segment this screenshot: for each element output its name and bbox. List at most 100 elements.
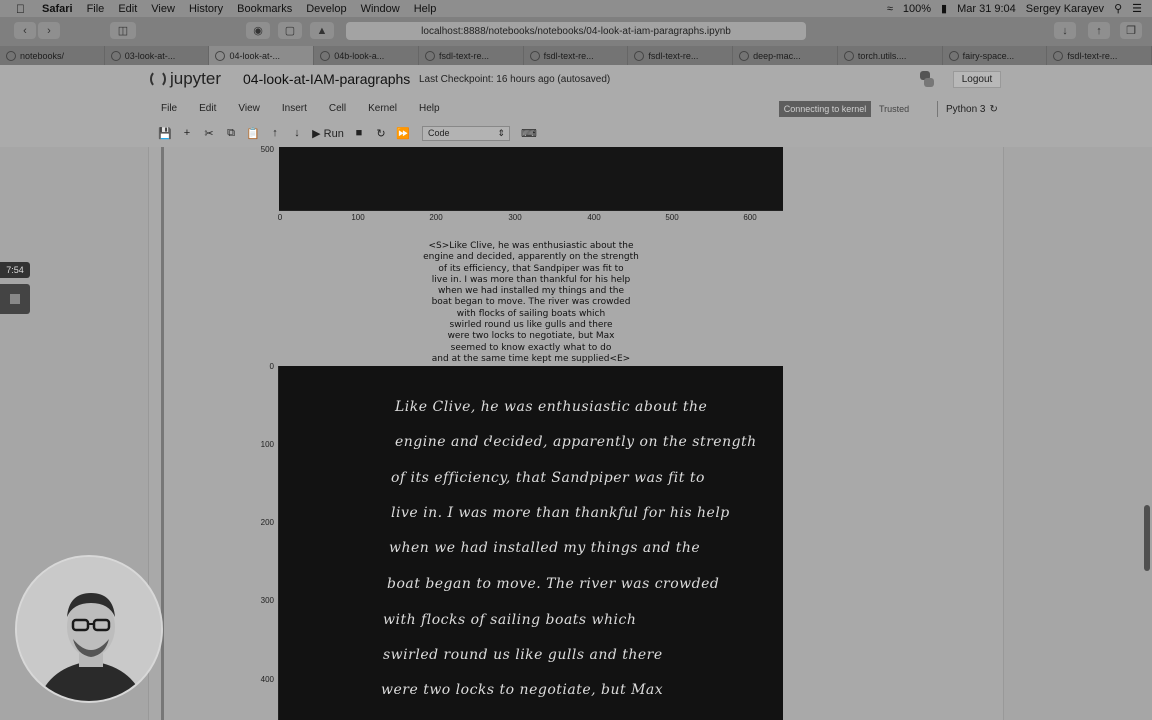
- tab-10[interactable]: fsdl-text-re...: [1047, 46, 1152, 65]
- cell-type-select[interactable]: Code ⇕: [422, 125, 510, 141]
- fast-forward-icon[interactable]: ⏩: [392, 127, 414, 140]
- insert-cell-icon[interactable]: +: [176, 127, 198, 139]
- tab-favicon-icon: [215, 50, 226, 61]
- tab-2[interactable]: 04-look-at-...: [209, 46, 315, 65]
- paste-icon[interactable]: 📋: [242, 127, 264, 140]
- plot-bottom-ytick: 400: [260, 675, 274, 684]
- menu-kernel[interactable]: Kernel: [368, 103, 397, 114]
- tab-3[interactable]: 04b-look-a...: [314, 46, 419, 65]
- github-icon: [1053, 50, 1064, 61]
- menu-file[interactable]: File: [161, 103, 177, 114]
- move-down-icon[interactable]: ↓: [286, 127, 308, 139]
- kernel-busy-icon: ↻: [989, 103, 998, 115]
- battery-icon[interactable]: ▮: [941, 2, 947, 15]
- run-label: Run: [323, 127, 344, 140]
- output-line: boat began to move. The river was crowde…: [431, 297, 631, 308]
- tab-favicon-icon: [320, 50, 331, 61]
- handwriting-image: Like Clive, he was enthusiastic about th…: [279, 366, 783, 720]
- page-scrollbar[interactable]: [1144, 505, 1150, 571]
- trusted-indicator[interactable]: Trusted: [879, 104, 909, 114]
- menu-help[interactable]: Help: [419, 103, 440, 114]
- restart-icon[interactable]: ↻: [370, 127, 392, 140]
- output-line: swirled round us like gulls and there: [449, 320, 613, 331]
- reader-icon[interactable]: ▢: [278, 22, 302, 39]
- menubar-item-develop[interactable]: Develop: [306, 3, 346, 15]
- mac-menubar:  Safari File Edit View History Bookmark…: [0, 0, 1152, 17]
- menubar-item-bookmarks[interactable]: Bookmarks: [237, 3, 292, 15]
- shield-icon[interactable]: ▲: [310, 22, 334, 39]
- output-line: and at the same time kept me supplied<E>: [431, 353, 631, 364]
- menu-insert[interactable]: Insert: [282, 103, 307, 114]
- recording-stop-button[interactable]: [0, 284, 30, 314]
- plot-bottom-ytick: 100: [260, 440, 274, 449]
- menu-list-icon[interactable]: ☰: [1132, 2, 1142, 15]
- tab-9[interactable]: fairy-space...: [943, 46, 1048, 65]
- run-button[interactable]: ▶ Run: [308, 127, 348, 140]
- extension-icon[interactable]: ◉: [246, 22, 270, 39]
- plot-top-xtick: 100: [351, 213, 365, 222]
- checkpoint-status: Last Checkpoint: 16 hours ago (autosaved…: [419, 74, 611, 85]
- cut-icon[interactable]: ✂: [198, 127, 220, 140]
- menubar-item-view[interactable]: View: [151, 3, 175, 15]
- battery-percent[interactable]: 100%: [903, 3, 931, 15]
- save-icon[interactable]: 💾: [154, 127, 176, 140]
- output-line: seemed to know exactly what to do: [450, 342, 612, 353]
- menu-cell[interactable]: Cell: [329, 103, 346, 114]
- tab-8[interactable]: torch.utils....: [838, 46, 943, 65]
- tab-label: notebooks/: [20, 50, 65, 61]
- menubar-user[interactable]: Sergey Karayev: [1026, 3, 1104, 15]
- plot-top-image: [279, 147, 783, 210]
- menubar-status-area: ≈ 100% ▮ Mar 31 9:04 Sergey Karayev ⚲ ☰: [887, 0, 1142, 17]
- tab-1[interactable]: 03-look-at-...: [105, 46, 210, 65]
- forward-icon[interactable]: ›: [38, 22, 60, 39]
- recording-timer: 7:54: [0, 262, 30, 278]
- menubar-app-name[interactable]: Safari: [42, 3, 73, 15]
- python-logo-icon: [920, 71, 934, 87]
- stop-icon: [10, 294, 20, 304]
- wifi-icon[interactable]: ≈: [887, 3, 893, 15]
- share-icon[interactable]: ↑: [1088, 22, 1110, 39]
- handwriting-line: of its efficiency, that Sandpiper was fi…: [391, 470, 705, 486]
- menubar-item-edit[interactable]: Edit: [118, 3, 137, 15]
- plot-top-xtick: 600: [743, 213, 757, 222]
- tab-5[interactable]: fsdl-text-re...: [524, 46, 629, 65]
- tab-0[interactable]: notebooks/: [0, 46, 105, 65]
- menubar-item-file[interactable]: File: [87, 3, 105, 15]
- plot-top-xtick: 300: [508, 213, 522, 222]
- tab-favicon-icon: [739, 50, 750, 61]
- browser-tabs: notebooks/ 03-look-at-... 04-look-at-...…: [0, 46, 1152, 65]
- menubar-item-window[interactable]: Window: [361, 3, 400, 15]
- menubar-item-history[interactable]: History: [189, 3, 223, 15]
- tab-label: fsdl-text-re...: [543, 50, 594, 61]
- apple-icon[interactable]: : [16, 2, 30, 16]
- github-icon: [424, 50, 435, 61]
- url-bar[interactable]: localhost:8888/notebooks/notebooks/04-lo…: [346, 22, 806, 40]
- keyboard-icon[interactable]: ⌨: [518, 127, 540, 140]
- menu-view[interactable]: View: [238, 103, 260, 114]
- plot-bottom-ytick: 0: [269, 362, 274, 371]
- output-line: of its efficiency, that Sandpiper was fi…: [438, 263, 624, 274]
- back-icon[interactable]: ‹: [14, 22, 36, 39]
- plot-top-xtick: 200: [429, 213, 443, 222]
- tab-6[interactable]: fsdl-text-re...: [628, 46, 734, 65]
- jupyter-logo[interactable]: jupyter: [150, 69, 221, 89]
- tab-label: 04-look-at-...: [229, 50, 280, 61]
- kernel-name-label: Python 3: [946, 103, 986, 115]
- tab-label: fairy-space...: [962, 50, 1015, 61]
- tabs-overview-icon[interactable]: ❐: [1120, 22, 1142, 39]
- tab-4[interactable]: fsdl-text-re...: [419, 46, 524, 65]
- menubar-item-help[interactable]: Help: [414, 3, 437, 15]
- move-up-icon[interactable]: ↑: [264, 127, 286, 139]
- menu-edit[interactable]: Edit: [199, 103, 216, 114]
- output-line: when we had installed my things and the: [438, 286, 624, 297]
- stop-icon[interactable]: ■: [348, 127, 370, 139]
- tab-7[interactable]: deep-mac...: [733, 46, 838, 65]
- logout-button[interactable]: Logout: [953, 71, 1001, 88]
- search-icon[interactable]: ⚲: [1114, 2, 1122, 15]
- menubar-clock[interactable]: Mar 31 9:04: [957, 3, 1016, 15]
- jupyter-logo-text: jupyter: [170, 69, 222, 88]
- copy-icon[interactable]: ⧉: [220, 127, 242, 140]
- download-icon[interactable]: ↓: [1054, 22, 1076, 39]
- notebook-title[interactable]: 04-look-at-IAM-paragraphs: [243, 71, 410, 87]
- sidebar-icon[interactable]: ◫: [110, 22, 136, 39]
